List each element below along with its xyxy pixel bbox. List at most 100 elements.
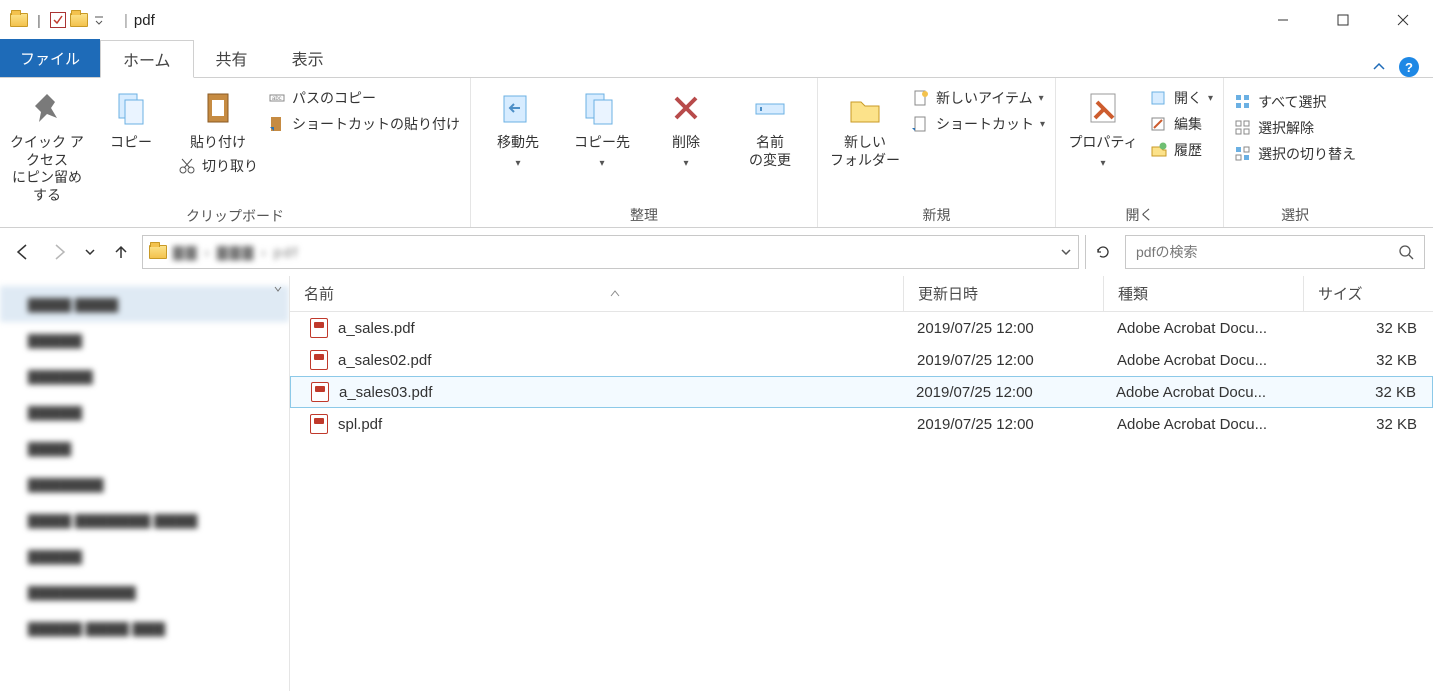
file-kind: Adobe Acrobat Docu... bbox=[1103, 352, 1303, 369]
col-kind-label: 種類 bbox=[1118, 283, 1148, 304]
file-size: 32 KB bbox=[1302, 384, 1432, 401]
qat-separator: | bbox=[32, 12, 46, 28]
group-label-organize: 整理 bbox=[481, 203, 807, 225]
edit-button[interactable]: 編集 bbox=[1150, 114, 1213, 134]
maximize-button[interactable] bbox=[1313, 0, 1373, 40]
address-path: ▇▇ › ▇▇▇ › pdf bbox=[173, 244, 1054, 261]
properties-button[interactable]: プロパティ ▾ bbox=[1066, 84, 1140, 169]
col-name-label: 名前 bbox=[304, 283, 334, 304]
file-date: 2019/07/25 12:00 bbox=[902, 384, 1102, 401]
sidebar-item[interactable]: ▇▇▇▇▇ bbox=[0, 322, 289, 358]
folder-icon bbox=[149, 245, 167, 259]
file-rows: a_sales.pdf2019/07/25 12:00Adobe Acrobat… bbox=[290, 312, 1433, 440]
copy-label: コピー bbox=[110, 134, 152, 152]
search-icon bbox=[1398, 244, 1414, 260]
delete-label: 削除 bbox=[672, 134, 700, 152]
sidebar-item[interactable]: ▇▇▇▇▇ ▇▇▇▇ ▇▇▇ bbox=[0, 610, 289, 646]
ribbon-group-clipboard: クイック アクセス にピン留めする コピー 貼り付け 切り取り bbox=[0, 78, 471, 227]
file-row[interactable]: a_sales03.pdf2019/07/25 12:00Adobe Acrob… bbox=[290, 376, 1433, 408]
help-icon[interactable]: ? bbox=[1399, 57, 1419, 77]
file-row[interactable]: a_sales02.pdf2019/07/25 12:00Adobe Acrob… bbox=[290, 344, 1433, 376]
col-date-label: 更新日時 bbox=[918, 283, 978, 304]
window-title: |pdf bbox=[118, 12, 155, 29]
group-label-open: 開く bbox=[1066, 203, 1213, 225]
history-label: 履歴 bbox=[1174, 140, 1202, 160]
pin-quickaccess-button[interactable]: クイック アクセス にピン留めする bbox=[10, 84, 84, 204]
refresh-button[interactable] bbox=[1085, 235, 1119, 269]
file-view: 名前 更新日時 種類 サイズ a_sales.pdf2019/07/25 12:… bbox=[290, 276, 1433, 691]
chevron-down-icon: ▾ bbox=[1208, 93, 1213, 104]
new-folder-button[interactable]: 新しい フォルダー bbox=[828, 84, 902, 169]
file-kind: Adobe Acrobat Docu... bbox=[1103, 416, 1303, 433]
tab-home[interactable]: ホーム bbox=[100, 40, 194, 78]
copy-button[interactable]: コピー bbox=[94, 84, 168, 152]
tab-view[interactable]: 表示 bbox=[270, 39, 346, 77]
close-button[interactable] bbox=[1373, 0, 1433, 40]
forward-button[interactable] bbox=[44, 237, 74, 267]
col-size-label: サイズ bbox=[1318, 283, 1363, 304]
copy-to-label: コピー先 bbox=[574, 134, 630, 152]
select-none-label: 選択解除 bbox=[1258, 118, 1314, 138]
new-shortcut-button[interactable]: ショートカット ▾ bbox=[912, 114, 1045, 134]
chevron-down-icon[interactable] bbox=[273, 284, 283, 294]
column-name[interactable]: 名前 bbox=[290, 276, 903, 311]
delete-button[interactable]: 削除 ▾ bbox=[649, 84, 723, 169]
file-row[interactable]: spl.pdf2019/07/25 12:00Adobe Acrobat Doc… bbox=[290, 408, 1433, 440]
ribbon-group-select: すべて選択 選択解除 選択の切り替え 選択 bbox=[1224, 78, 1366, 227]
copy-to-button[interactable]: コピー先 ▾ bbox=[565, 84, 639, 169]
column-headers: 名前 更新日時 種類 サイズ bbox=[290, 276, 1433, 312]
sidebar-item[interactable]: ▇▇▇▇▇▇▇▇▇▇ bbox=[0, 574, 289, 610]
column-date[interactable]: 更新日時 bbox=[903, 276, 1103, 311]
paste-button[interactable]: 貼り付け bbox=[188, 84, 248, 152]
tab-file[interactable]: ファイル bbox=[0, 39, 100, 77]
nav-row: ▇▇ › ▇▇▇ › pdf pdfの検索 bbox=[0, 228, 1433, 276]
sidebar-item[interactable]: ▇▇▇▇ ▇▇▇▇▇▇▇ ▇▇▇▇ bbox=[0, 502, 289, 538]
back-button[interactable] bbox=[8, 237, 38, 267]
search-box[interactable]: pdfの検索 bbox=[1125, 235, 1425, 269]
copy-path-button[interactable]: abc パスのコピー bbox=[268, 88, 460, 108]
address-bar[interactable]: ▇▇ › ▇▇▇ › pdf bbox=[142, 235, 1079, 269]
qat-properties-icon[interactable] bbox=[50, 12, 66, 28]
navigation-pane[interactable]: ▇▇▇▇ ▇▇▇▇ ▇▇▇▇▇ ▇▇▇▇▇▇ ▇▇▇▇▇ ▇▇▇▇ ▇▇▇▇▇▇… bbox=[0, 276, 290, 691]
sidebar-item[interactable]: ▇▇▇▇ bbox=[0, 430, 289, 466]
minimize-button[interactable] bbox=[1253, 0, 1313, 40]
rename-label: 名前 の変更 bbox=[749, 134, 791, 169]
sidebar-item[interactable]: ▇▇▇▇▇ bbox=[0, 538, 289, 574]
pdf-icon bbox=[310, 350, 328, 370]
move-to-button[interactable]: 移動先 ▾ bbox=[481, 84, 555, 169]
tab-share[interactable]: 共有 bbox=[194, 39, 270, 77]
file-name: spl.pdf bbox=[338, 416, 382, 433]
collapse-ribbon-icon[interactable] bbox=[1371, 59, 1387, 75]
pdf-icon bbox=[311, 382, 329, 402]
file-size: 32 KB bbox=[1303, 352, 1433, 369]
sidebar-item[interactable]: ▇▇▇▇▇ bbox=[0, 394, 289, 430]
column-kind[interactable]: 種類 bbox=[1103, 276, 1303, 311]
qat-dropdown-icon[interactable] bbox=[92, 15, 106, 25]
chevron-down-icon: ▾ bbox=[1101, 158, 1106, 169]
new-item-button[interactable]: 新しいアイテム ▾ bbox=[912, 88, 1045, 108]
pdf-icon bbox=[310, 414, 328, 434]
cut-label: 切り取り bbox=[202, 156, 258, 176]
history-button[interactable]: 履歴 bbox=[1150, 140, 1213, 160]
sidebar-item[interactable]: ▇▇▇▇ ▇▇▇▇ bbox=[0, 286, 289, 322]
recent-locations-button[interactable] bbox=[80, 237, 100, 267]
select-all-button[interactable]: すべて選択 bbox=[1234, 92, 1356, 112]
file-row[interactable]: a_sales.pdf2019/07/25 12:00Adobe Acrobat… bbox=[290, 312, 1433, 344]
new-shortcut-label: ショートカット bbox=[936, 114, 1034, 134]
sidebar-item[interactable]: ▇▇▇▇▇▇ bbox=[0, 358, 289, 394]
invert-selection-button[interactable]: 選択の切り替え bbox=[1234, 144, 1356, 164]
paste-shortcut-button[interactable]: ショートカットの貼り付け bbox=[268, 114, 460, 134]
file-size: 32 KB bbox=[1303, 320, 1433, 337]
cut-button[interactable]: 切り取り bbox=[178, 156, 258, 176]
up-button[interactable] bbox=[106, 237, 136, 267]
pdf-icon bbox=[310, 318, 328, 338]
column-size[interactable]: サイズ bbox=[1303, 276, 1433, 311]
qat-newfolder-icon[interactable] bbox=[70, 13, 88, 27]
chevron-down-icon[interactable] bbox=[1060, 246, 1072, 258]
open-button[interactable]: 開く ▾ bbox=[1150, 88, 1213, 108]
select-none-button[interactable]: 選択解除 bbox=[1234, 118, 1356, 138]
rename-button[interactable]: 名前 の変更 bbox=[733, 84, 807, 169]
sidebar-item[interactable]: ▇▇▇▇▇▇▇ bbox=[0, 466, 289, 502]
group-label-new: 新規 bbox=[828, 203, 1045, 225]
new-folder-label: 新しい フォルダー bbox=[830, 134, 900, 169]
